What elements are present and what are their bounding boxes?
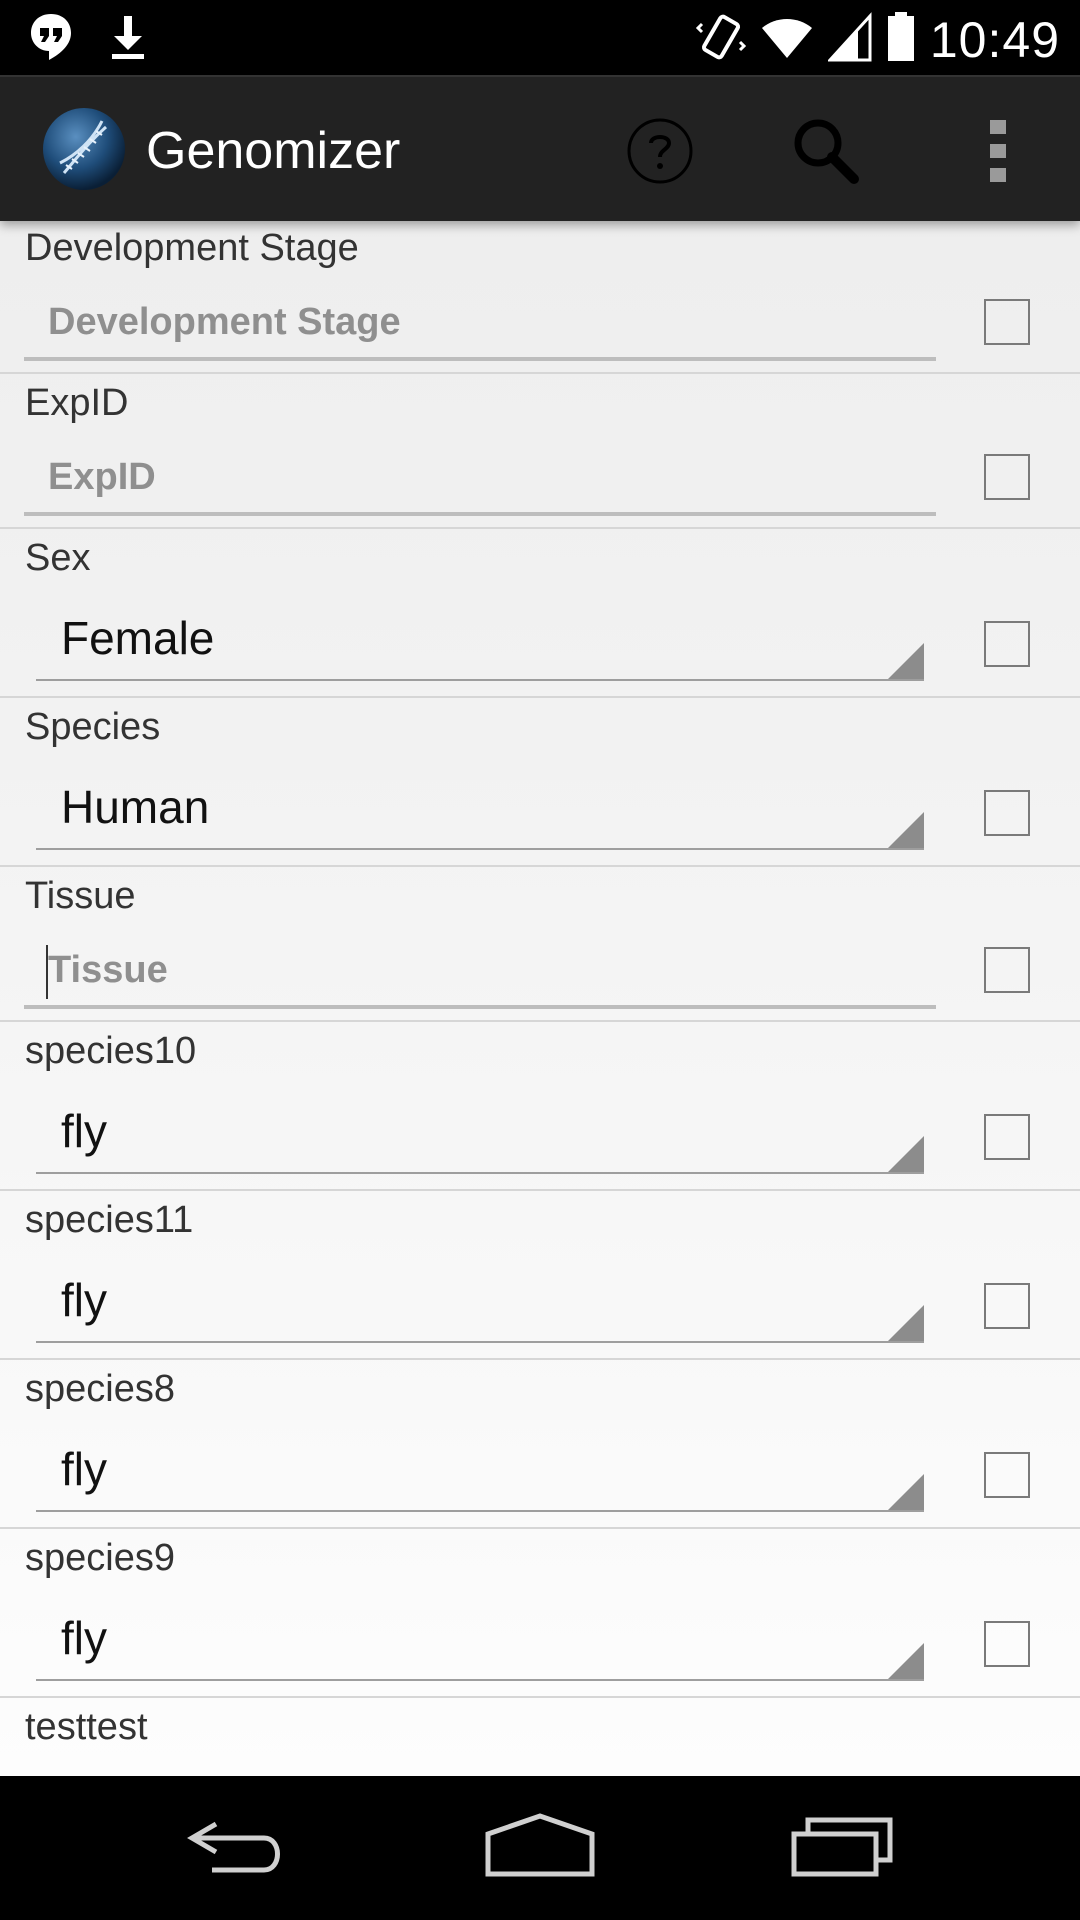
species-checkbox[interactable] bbox=[984, 790, 1030, 836]
field-label: Species bbox=[25, 706, 161, 748]
species11-spinner[interactable]: fly bbox=[36, 1261, 924, 1343]
expid-input[interactable]: ExpID bbox=[24, 446, 936, 516]
field-row-expid: ExpID ExpID bbox=[0, 374, 1080, 529]
spinner-arrow-icon bbox=[888, 1643, 924, 1679]
species-spinner[interactable]: Human bbox=[36, 768, 924, 850]
sex-spinner[interactable]: Female bbox=[36, 599, 924, 681]
field-row-species8: species8 fly bbox=[0, 1360, 1080, 1529]
field-row-species9: species9 fly bbox=[0, 1529, 1080, 1698]
spinner-arrow-icon bbox=[888, 1305, 924, 1341]
hangouts-icon bbox=[28, 12, 74, 67]
spinner-arrow-icon bbox=[888, 1474, 924, 1510]
tissue-input[interactable]: Tissue bbox=[24, 939, 936, 1009]
field-row-species11: species11 fly bbox=[0, 1191, 1080, 1360]
field-row-sex: Sex Female bbox=[0, 529, 1080, 698]
spinner-arrow-icon bbox=[888, 643, 924, 679]
development-stage-checkbox[interactable] bbox=[984, 299, 1030, 345]
expid-checkbox[interactable] bbox=[984, 454, 1030, 500]
input-placeholder: ExpID bbox=[48, 456, 156, 498]
status-bar: 10:49 bbox=[0, 0, 1080, 75]
wifi-icon bbox=[760, 12, 814, 67]
field-label: species8 bbox=[25, 1368, 175, 1410]
spinner-arrow-icon bbox=[888, 812, 924, 848]
input-placeholder: Development Stage bbox=[48, 301, 401, 343]
vibrate-icon bbox=[695, 10, 746, 69]
sex-checkbox[interactable] bbox=[984, 621, 1030, 667]
overflow-menu-icon[interactable] bbox=[974, 115, 1022, 187]
signal-icon bbox=[826, 12, 872, 67]
field-label: testtest bbox=[25, 1706, 148, 1748]
spinner-value: fly bbox=[61, 1612, 107, 1664]
spinner-value: Female bbox=[61, 612, 215, 664]
navigation-bar bbox=[0, 1776, 1080, 1920]
species8-spinner[interactable]: fly bbox=[36, 1430, 924, 1512]
field-label: species11 bbox=[25, 1199, 194, 1241]
app-title: Genomizer bbox=[146, 122, 401, 180]
field-row-development-stage: Development Stage Development Stage bbox=[0, 219, 1080, 374]
status-time: 10:49 bbox=[929, 11, 1060, 68]
spinner-value: Human bbox=[61, 781, 210, 833]
download-icon bbox=[108, 12, 148, 67]
development-stage-input[interactable]: Development Stage bbox=[24, 291, 936, 361]
recents-icon[interactable] bbox=[790, 1812, 894, 1889]
home-icon[interactable] bbox=[484, 1812, 596, 1889]
spinner-value: fly bbox=[61, 1443, 107, 1495]
field-label: species10 bbox=[25, 1030, 197, 1072]
field-row-tissue: Tissue Tissue bbox=[0, 867, 1080, 1022]
species10-checkbox[interactable] bbox=[984, 1114, 1030, 1160]
dna-globe-logo[interactable] bbox=[42, 107, 126, 191]
battery-icon bbox=[886, 11, 916, 68]
field-row-species: Species Human bbox=[0, 698, 1080, 867]
field-label: species9 bbox=[25, 1537, 175, 1579]
species10-spinner[interactable]: fly bbox=[36, 1092, 924, 1174]
species8-checkbox[interactable] bbox=[984, 1452, 1030, 1498]
spinner-arrow-icon bbox=[888, 1136, 924, 1172]
field-label: ExpID bbox=[25, 382, 129, 424]
input-placeholder: Tissue bbox=[48, 949, 168, 991]
field-row-species10: species10 fly bbox=[0, 1022, 1080, 1191]
help-icon[interactable] bbox=[624, 115, 696, 187]
field-row-testtest: testtest bbox=[0, 1698, 1080, 1776]
tissue-checkbox[interactable] bbox=[984, 947, 1030, 993]
search-form: Development Stage Development Stage ExpI… bbox=[0, 219, 1080, 1776]
field-label: Sex bbox=[25, 537, 91, 579]
action-bar: Genomizer bbox=[0, 75, 1080, 221]
back-icon[interactable] bbox=[186, 1812, 290, 1889]
field-label: Development Stage bbox=[25, 227, 359, 269]
species11-checkbox[interactable] bbox=[984, 1283, 1030, 1329]
spinner-value: fly bbox=[61, 1274, 107, 1326]
search-icon[interactable] bbox=[790, 115, 862, 187]
species9-checkbox[interactable] bbox=[984, 1621, 1030, 1667]
species9-spinner[interactable]: fly bbox=[36, 1599, 924, 1681]
spinner-value: fly bbox=[61, 1105, 107, 1157]
field-label: Tissue bbox=[25, 875, 136, 917]
